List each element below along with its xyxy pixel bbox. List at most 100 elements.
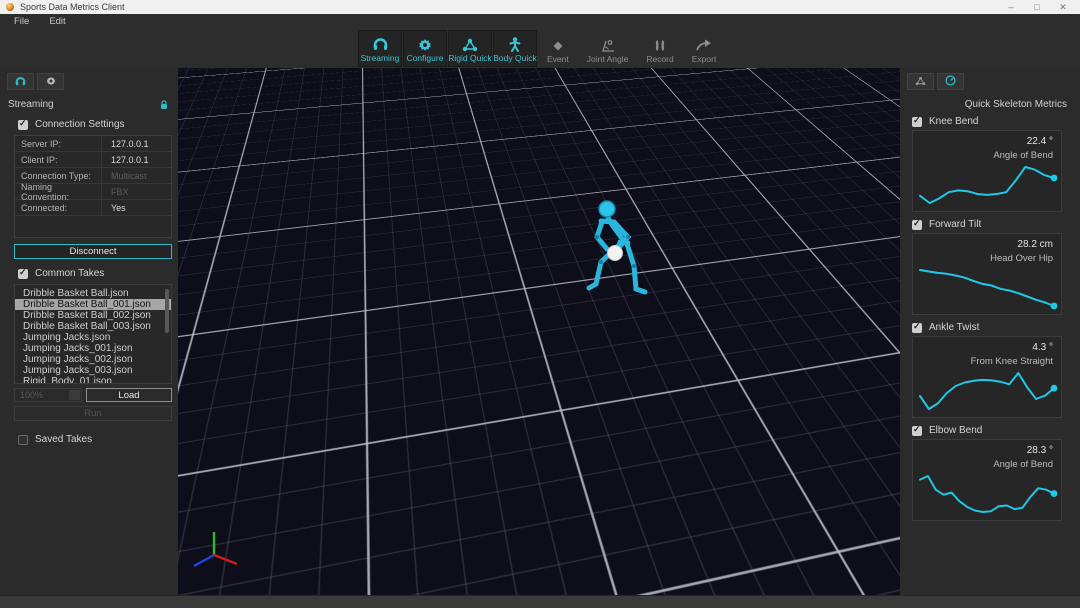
toolbar-body-quick-button[interactable]: Body Quick: [493, 30, 537, 67]
list-item[interactable]: Jumping Jacks_003.json: [15, 365, 171, 376]
toolbar-record-button[interactable]: Record: [641, 30, 678, 67]
toolbar-rigid-quick-button[interactable]: Rigid Quick: [448, 30, 492, 67]
toolbar-streaming-label: Streaming: [361, 53, 400, 63]
gauge-icon: [945, 73, 956, 91]
tab-streaming[interactable]: [7, 73, 34, 90]
left-panel-header: Streaming: [0, 90, 178, 115]
record-icon: [652, 38, 668, 53]
table-row: Client IP: 127.0.0.1: [15, 152, 171, 168]
list-item[interactable]: Dribble Basket Ball_003.json: [15, 321, 171, 332]
toolbar-export-button[interactable]: Export: [687, 30, 722, 67]
gear-icon: [418, 37, 432, 52]
connection-type-value: Multicast: [101, 168, 171, 183]
forward-tilt-toggle[interactable]: Forward Tilt: [900, 216, 1080, 233]
connection-table: Server IP: 127.0.0.1 Client IP: 127.0.0.…: [14, 135, 172, 238]
common-takes-toggle[interactable]: Common Takes: [0, 264, 178, 283]
naming-convention-label: Naming Convention:: [15, 184, 101, 199]
titlebar: Sports Data Metrics Client – □ ✕: [0, 0, 1080, 14]
metric-sublabel: Angle of Bend: [993, 459, 1053, 470]
list-item[interactable]: Dribble Basket Ball_002.json: [15, 310, 171, 321]
common-takes-checkbox[interactable]: [18, 269, 28, 279]
streaming-tab-icon: [15, 73, 26, 91]
knee-bend-checkbox[interactable]: [912, 117, 922, 127]
streaming-icon: [373, 37, 388, 52]
menu-file[interactable]: File: [4, 16, 39, 27]
list-item[interactable]: Dribble Basket Ball.json: [15, 288, 171, 299]
knee-bend-label: Knee Bend: [929, 116, 979, 127]
viewport-3d[interactable]: [178, 68, 900, 595]
connection-settings-checkbox[interactable]: [18, 120, 28, 130]
connected-label: Connected:: [15, 200, 101, 215]
tab-rigid-metrics[interactable]: [907, 73, 934, 90]
saved-takes-label: Saved Takes: [35, 434, 92, 445]
chevron-down-icon: [69, 390, 80, 400]
connection-settings-toggle[interactable]: Connection Settings: [0, 115, 178, 134]
basketball: [608, 246, 623, 261]
toolbar-streaming-button[interactable]: Streaming: [358, 30, 402, 67]
saved-takes-checkbox[interactable]: [18, 435, 28, 445]
metrics-panel: Quick Skeleton Metrics Knee Bend 22.4 ° …: [900, 68, 1080, 595]
metric-value: 22.4 °: [1027, 136, 1053, 147]
server-ip-label: Server IP:: [15, 136, 101, 151]
sparkline: [915, 368, 1059, 414]
left-panel-tabs: [0, 68, 178, 90]
list-item[interactable]: Jumping Jacks_002.json: [15, 354, 171, 365]
client-ip-value[interactable]: 127.0.0.1: [101, 152, 171, 167]
maximize-button[interactable]: □: [1024, 0, 1050, 14]
ankle-twist-toggle[interactable]: Ankle Twist: [900, 319, 1080, 336]
elbow-bend-chart: 28.3 ° Angle of Bend: [912, 439, 1062, 521]
elbow-bend-toggle[interactable]: Elbow Bend: [900, 422, 1080, 439]
right-panel-tabs: [900, 68, 1080, 90]
menu-edit[interactable]: Edit: [39, 16, 75, 27]
joint-angle-icon: [600, 38, 616, 53]
list-item[interactable]: Dribble Basket Ball_001.json: [15, 299, 171, 310]
toolbar-rigid-quick-label: Rigid Quick: [448, 53, 491, 63]
body-icon: [509, 37, 521, 52]
table-row: Connected: Yes: [15, 200, 171, 216]
disconnect-button[interactable]: Disconnect: [14, 244, 172, 259]
list-item[interactable]: Rigid_Body_01.json: [15, 376, 171, 384]
elbow-bend-checkbox[interactable]: [912, 426, 922, 436]
connected-value: Yes: [101, 200, 171, 215]
tab-skeleton-metrics[interactable]: [937, 73, 964, 90]
minimize-button[interactable]: –: [998, 0, 1024, 14]
skeleton-figure[interactable]: [584, 196, 650, 300]
app-icon: [6, 3, 14, 11]
toolbar-configure-button[interactable]: Configure: [403, 30, 447, 67]
toolbar-event-button[interactable]: Event: [542, 30, 574, 67]
list-item[interactable]: Jumping Jacks.json: [15, 332, 171, 343]
tab-settings[interactable]: [37, 73, 64, 90]
window-controls: – □ ✕: [998, 0, 1076, 14]
ankle-twist-chart: 4.3 ° From Knee Straight: [912, 336, 1062, 418]
metric-sublabel: Head Over Hip: [990, 253, 1053, 264]
close-button[interactable]: ✕: [1050, 0, 1076, 14]
toolbar-joint-angle-label: Joint Angle: [587, 54, 629, 64]
server-ip-value[interactable]: 127.0.0.1: [101, 136, 171, 151]
connection-settings-label: Connection Settings: [35, 119, 125, 130]
playback-speed-value: 100%: [20, 390, 43, 400]
toolbar-joint-angle-button[interactable]: Joint Angle: [582, 30, 634, 67]
toolbar-body-quick-label: Body Quick: [493, 53, 536, 63]
knee-bend-toggle[interactable]: Knee Bend: [900, 113, 1080, 130]
toolbar-configure-label: Configure: [407, 53, 444, 63]
client-ip-label: Client IP:: [15, 152, 101, 167]
lock-icon: [160, 100, 168, 110]
main-toolbar: Streaming Configure Rigid Quick Body Qui…: [0, 29, 1080, 68]
statusbar: [0, 595, 1080, 608]
metric-value: 28.2 cm: [1017, 239, 1053, 250]
forward-tilt-chart: 28.2 cm Head Over Hip: [912, 233, 1062, 315]
scene: [178, 68, 900, 595]
menubar: File Edit: [0, 14, 1080, 29]
saved-takes-toggle[interactable]: Saved Takes: [0, 430, 178, 449]
table-row-empty: [15, 216, 171, 237]
ankle-twist-checkbox[interactable]: [912, 323, 922, 333]
diamond-icon: [553, 38, 563, 53]
takes-list-scrollbar[interactable]: [165, 289, 169, 333]
list-item[interactable]: Jumping Jacks_001.json: [15, 343, 171, 354]
metric-sublabel: Angle of Bend: [993, 150, 1053, 161]
gear-icon: [46, 73, 56, 91]
table-row: Naming Convention: FBX: [15, 184, 171, 200]
load-button[interactable]: Load: [86, 388, 172, 402]
forward-tilt-checkbox[interactable]: [912, 220, 922, 230]
toolbar-export-label: Export: [692, 54, 717, 64]
